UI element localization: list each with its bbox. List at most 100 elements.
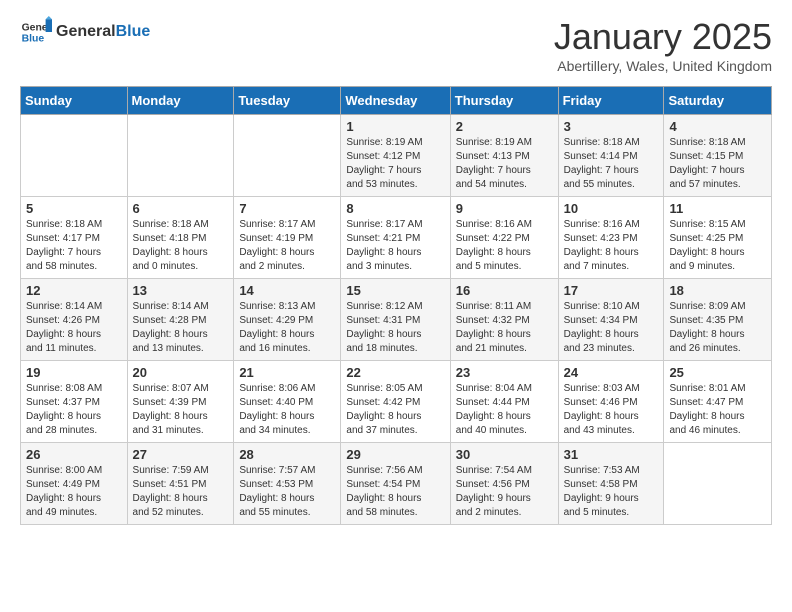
day-cell-27: 27 Sunrise: 7:59 AMSunset: 4:51 PMDayligh… (127, 443, 234, 525)
day-number: 8 (346, 201, 444, 216)
day-number: 27 (133, 447, 229, 462)
day-info: Sunrise: 8:00 AMSunset: 4:49 PMDaylight:… (26, 464, 122, 520)
day-number: 10 (564, 201, 659, 216)
day-info: Sunrise: 8:18 AMSunset: 4:14 PMDaylight:… (564, 136, 659, 192)
day-number: 28 (239, 447, 335, 462)
day-cell-16: 16 Sunrise: 8:11 AMSunset: 4:32 PMDayligh… (450, 279, 558, 361)
empty-cell (21, 115, 128, 197)
day-number: 25 (669, 365, 766, 380)
day-number: 14 (239, 283, 335, 298)
day-info: Sunrise: 8:06 AMSunset: 4:40 PMDaylight:… (239, 382, 335, 438)
day-cell-2: 2 Sunrise: 8:19 AMSunset: 4:13 PMDaylight… (450, 115, 558, 197)
day-cell-13: 13Sunrise: 8:14 AMSunset: 4:28 PMDayligh… (127, 279, 234, 361)
day-cell-4: 4Sunrise: 8:18 AMSunset: 4:15 PMDaylight… (664, 115, 772, 197)
day-info: Sunrise: 8:03 AMSunset: 4:46 PMDaylight:… (564, 382, 659, 438)
day-number: 2 (456, 119, 553, 134)
day-cell-23: 23 Sunrise: 8:04 AMSunset: 4:44 PMDayligh… (450, 361, 558, 443)
logo-icon: General Blue (20, 16, 52, 48)
day-info: Sunrise: 8:16 AMSunset: 4:23 PMDaylight:… (564, 218, 659, 274)
day-cell-8: 8 Sunrise: 8:17 AMSunset: 4:21 PMDaylight… (341, 197, 450, 279)
day-number: 6 (133, 201, 229, 216)
day-info: Sunrise: 7:57 AMSunset: 4:53 PMDaylight:… (239, 464, 335, 520)
day-cell-14: 14 Sunrise: 8:13 AMSunset: 4:29 PMDayligh… (234, 279, 341, 361)
logo: General Blue General Blue (20, 16, 150, 48)
day-number: 19 (26, 365, 122, 380)
weekday-header-saturday: Saturday (664, 87, 772, 115)
day-info: Sunrise: 7:53 AMSunset: 4:58 PMDaylight:… (564, 464, 659, 520)
day-number: 9 (456, 201, 553, 216)
day-info: Sunrise: 8:18 AMSunset: 4:17 PMDaylight:… (26, 218, 122, 274)
day-number: 21 (239, 365, 335, 380)
day-info: Sunrise: 8:11 AMSunset: 4:32 PMDaylight:… (456, 300, 553, 356)
day-info: Sunrise: 8:15 AMSunset: 4:25 PMDaylight:… (669, 218, 766, 274)
day-cell-12: 12 Sunrise: 8:14 AMSunset: 4:26 PMDayligh… (21, 279, 128, 361)
logo-blue-text: Blue (116, 23, 151, 41)
day-info: Sunrise: 8:19 AMSunset: 4:12 PMDaylight:… (346, 136, 444, 192)
day-info: Sunrise: 8:18 AMSunset: 4:18 PMDaylight:… (133, 218, 229, 274)
day-cell-20: 20 Sunrise: 8:07 AMSunset: 4:39 PMDayligh… (127, 361, 234, 443)
weekday-header-tuesday: Tuesday (234, 87, 341, 115)
day-cell-7: 7Sunrise: 8:17 AMSunset: 4:19 PMDaylight… (234, 197, 341, 279)
day-cell-11: 11 Sunrise: 8:15 AMSunset: 4:25 PMDayligh… (664, 197, 772, 279)
month-title: January 2025 (554, 16, 772, 58)
day-cell-26: 26Sunrise: 8:00 AMSunset: 4:49 PMDayligh… (21, 443, 128, 525)
week-row-5: 26Sunrise: 8:00 AMSunset: 4:49 PMDayligh… (21, 443, 772, 525)
day-number: 16 (456, 283, 553, 298)
day-info: Sunrise: 8:08 AMSunset: 4:37 PMDaylight:… (26, 382, 122, 438)
day-cell-18: 18Sunrise: 8:09 AMSunset: 4:35 PMDayligh… (664, 279, 772, 361)
week-row-2: 5 Sunrise: 8:18 AMSunset: 4:17 PMDaylight… (21, 197, 772, 279)
day-info: Sunrise: 8:05 AMSunset: 4:42 PMDaylight:… (346, 382, 444, 438)
day-info: Sunrise: 8:17 AMSunset: 4:21 PMDaylight:… (346, 218, 444, 274)
day-info: Sunrise: 8:01 AMSunset: 4:47 PMDaylight:… (669, 382, 766, 438)
day-cell-29: 29 Sunrise: 7:56 AMSunset: 4:54 PMDayligh… (341, 443, 450, 525)
day-info: Sunrise: 8:18 AMSunset: 4:15 PMDaylight:… (669, 136, 766, 192)
day-number: 13 (133, 283, 229, 298)
day-info: Sunrise: 8:14 AMSunset: 4:26 PMDaylight:… (26, 300, 122, 356)
page: General Blue General Blue January 2025 A… (0, 0, 792, 541)
day-cell-1: 1Sunrise: 8:19 AMSunset: 4:12 PMDaylight… (341, 115, 450, 197)
day-cell-31: 31Sunrise: 7:53 AMSunset: 4:58 PMDayligh… (558, 443, 664, 525)
weekday-header-wednesday: Wednesday (341, 87, 450, 115)
day-number: 20 (133, 365, 229, 380)
day-info: Sunrise: 8:04 AMSunset: 4:44 PMDaylight:… (456, 382, 553, 438)
week-row-4: 19 Sunrise: 8:08 AMSunset: 4:37 PMDayligh… (21, 361, 772, 443)
day-info: Sunrise: 8:13 AMSunset: 4:29 PMDaylight:… (239, 300, 335, 356)
weekday-header-friday: Friday (558, 87, 664, 115)
day-number: 15 (346, 283, 444, 298)
day-cell-28: 28 Sunrise: 7:57 AMSunset: 4:53 PMDayligh… (234, 443, 341, 525)
day-info: Sunrise: 8:07 AMSunset: 4:39 PMDaylight:… (133, 382, 229, 438)
week-row-1: 1Sunrise: 8:19 AMSunset: 4:12 PMDaylight… (21, 115, 772, 197)
weekday-header-sunday: Sunday (21, 87, 128, 115)
day-cell-19: 19 Sunrise: 8:08 AMSunset: 4:37 PMDayligh… (21, 361, 128, 443)
day-number: 30 (456, 447, 553, 462)
day-info: Sunrise: 7:59 AMSunset: 4:51 PMDaylight:… (133, 464, 229, 520)
day-cell-25: 25 Sunrise: 8:01 AMSunset: 4:47 PMDayligh… (664, 361, 772, 443)
day-number: 12 (26, 283, 122, 298)
day-number: 11 (669, 201, 766, 216)
day-cell-9: 9Sunrise: 8:16 AMSunset: 4:22 PMDaylight… (450, 197, 558, 279)
logo-general-text: General (56, 23, 116, 41)
day-info: Sunrise: 7:56 AMSunset: 4:54 PMDaylight:… (346, 464, 444, 520)
day-number: 7 (239, 201, 335, 216)
day-number: 24 (564, 365, 659, 380)
location: Abertillery, Wales, United Kingdom (554, 58, 772, 74)
day-cell-21: 21 Sunrise: 8:06 AMSunset: 4:40 PMDayligh… (234, 361, 341, 443)
day-cell-6: 6 Sunrise: 8:18 AMSunset: 4:18 PMDaylight… (127, 197, 234, 279)
header: General Blue General Blue January 2025 A… (20, 16, 772, 74)
empty-cell (234, 115, 341, 197)
day-number: 22 (346, 365, 444, 380)
day-info: Sunrise: 8:19 AMSunset: 4:13 PMDaylight:… (456, 136, 553, 192)
day-number: 17 (564, 283, 659, 298)
day-cell-3: 3Sunrise: 8:18 AMSunset: 4:14 PMDaylight… (558, 115, 664, 197)
day-cell-15: 15Sunrise: 8:12 AMSunset: 4:31 PMDayligh… (341, 279, 450, 361)
day-cell-30: 30 Sunrise: 7:54 AMSunset: 4:56 PMDayligh… (450, 443, 558, 525)
day-info: Sunrise: 8:09 AMSunset: 4:35 PMDaylight:… (669, 300, 766, 356)
day-info: Sunrise: 8:10 AMSunset: 4:34 PMDaylight:… (564, 300, 659, 356)
day-number: 29 (346, 447, 444, 462)
day-cell-22: 22 Sunrise: 8:05 AMSunset: 4:42 PMDayligh… (341, 361, 450, 443)
day-number: 23 (456, 365, 553, 380)
week-row-3: 12 Sunrise: 8:14 AMSunset: 4:26 PMDayligh… (21, 279, 772, 361)
day-info: Sunrise: 7:54 AMSunset: 4:56 PMDaylight:… (456, 464, 553, 520)
day-number: 5 (26, 201, 122, 216)
empty-cell (664, 443, 772, 525)
